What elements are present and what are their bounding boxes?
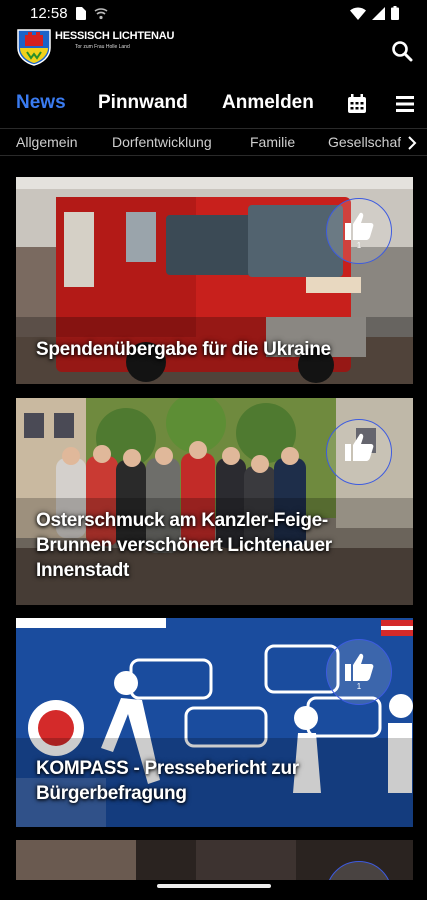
article-card[interactable] [16,840,413,880]
signal-icon [372,6,385,20]
thumbs-up-icon [345,653,374,681]
article-card[interactable]: 1 KOMPASS - Pressebericht zur Bürgerbefr… [16,618,413,827]
town-crest-logo[interactable] [16,28,52,66]
category-allgemein[interactable]: Allgemein [16,134,77,150]
app-subtitle: Tor zum Frau Holle Land [75,44,130,50]
calendar-icon[interactable] [347,94,367,114]
article-title: Spendenübergabe für die Ukraine [36,339,331,360]
article-card[interactable]: Osterschmuck am Kanzler-Feige-Brunnen ve… [16,398,413,605]
chevron-right-icon[interactable] [401,129,427,156]
tab-anmelden[interactable]: Anmelden [222,92,314,114]
category-dorfentwicklung[interactable]: Dorfentwicklung [112,134,212,150]
thumbs-up-icon [345,433,374,461]
status-time: 12:58 [30,5,68,22]
like-button[interactable]: 1 [326,639,392,705]
menu-icon[interactable] [395,95,415,113]
home-indicator[interactable] [157,884,271,888]
article-title: Osterschmuck am Kanzler-Feige-Brunnen ve… [36,510,332,581]
search-icon[interactable] [391,40,413,62]
app-title: HESSISCH LICHTENAU [55,30,175,42]
cast-icon [94,8,108,20]
status-bar: 12:58 [0,0,427,28]
wifi-icon [350,6,366,20]
like-count: 1 [356,682,362,691]
brand: HESSISCH LICHTENAU Tor zum Frau Holle La… [55,30,174,50]
article-title: KOMPASS - Pressebericht zur Bürgerbefrag… [36,758,299,804]
like-count: 1 [356,241,362,250]
tab-news[interactable]: News [16,92,66,114]
app-header: HESSISCH LICHTENAU Tor zum Frau Holle La… [0,28,427,74]
like-button[interactable] [326,419,392,485]
article-card[interactable]: 1 Spendenübergabe für die Ukraine [16,177,413,384]
like-button[interactable]: 1 [326,198,392,264]
category-familie[interactable]: Familie [250,134,295,150]
sim-icon [76,7,86,20]
battery-icon [391,6,399,20]
thumbs-up-icon [345,212,374,240]
main-nav: News Pinnwand Anmelden [0,88,427,120]
tab-pinnwand[interactable]: Pinnwand [98,92,188,114]
category-tabs: Allgemein Dorfentwicklung Familie Gesell… [0,128,427,156]
category-gesellschaft[interactable]: Gesellschaft [328,134,405,150]
